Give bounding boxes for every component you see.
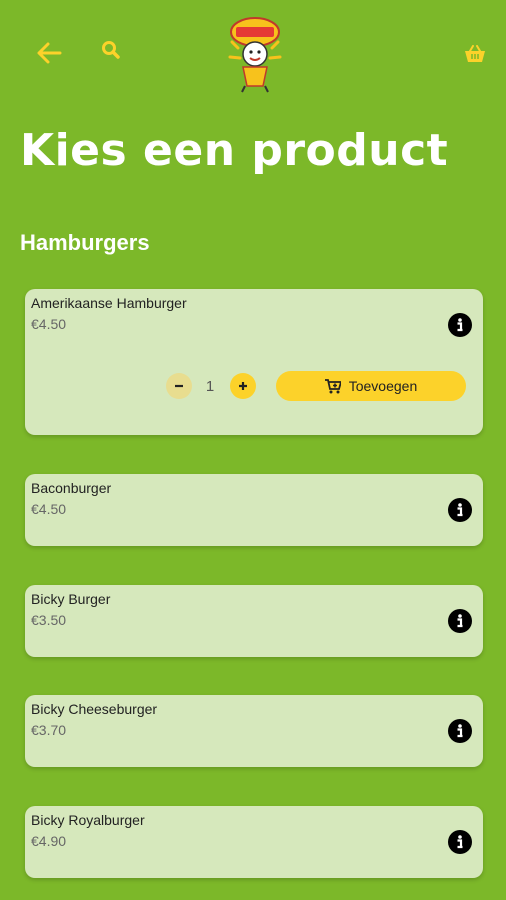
page-title: Kies een product: [20, 125, 449, 176]
product-price: €3.50: [31, 612, 67, 628]
product-card[interactable]: Bicky Royalburger €4.90: [25, 806, 483, 878]
info-button[interactable]: [448, 609, 472, 633]
section-title: Hamburgers: [20, 230, 150, 255]
cart-add-icon: [324, 378, 341, 393]
plus-icon: [239, 382, 247, 390]
info-icon: [457, 835, 463, 849]
cart-button[interactable]: [458, 38, 492, 70]
add-to-cart-label: Toevoegen: [348, 378, 418, 394]
arrow-left-icon: [37, 42, 62, 64]
quantity-value: 1: [205, 378, 215, 395]
info-icon: [457, 724, 463, 738]
decrease-button[interactable]: [166, 373, 192, 399]
product-price: €4.90: [31, 833, 67, 849]
product-name: Amerikaanse Hamburger: [31, 295, 187, 311]
info-button[interactable]: [448, 719, 472, 743]
quantity-row: 1 Toevoegen: [25, 371, 483, 401]
search-button[interactable]: [95, 34, 127, 66]
product-card[interactable]: Bicky Cheeseburger €3.70: [25, 695, 483, 767]
product-card[interactable]: Baconburger €4.50: [25, 474, 483, 546]
info-icon: [457, 503, 463, 517]
search-icon: [102, 41, 120, 59]
product-name: Bicky Cheeseburger: [31, 701, 158, 717]
info-button[interactable]: [448, 498, 472, 522]
info-button[interactable]: [448, 830, 472, 854]
minus-icon: [175, 384, 183, 388]
info-icon: [457, 318, 463, 332]
info-icon: [457, 614, 463, 628]
product-name: Bicky Royalburger: [31, 812, 145, 828]
product-name: Bicky Burger: [31, 591, 111, 607]
back-button[interactable]: [30, 36, 68, 70]
info-button[interactable]: [448, 313, 472, 337]
restaurant-logo[interactable]: [222, 12, 288, 94]
product-price: €4.50: [31, 316, 67, 332]
top-bar: [0, 0, 506, 110]
product-card[interactable]: Bicky Burger €3.50: [25, 585, 483, 657]
product-card[interactable]: Amerikaanse Hamburger €4.50 1 Toevoegen: [25, 289, 483, 435]
increase-button[interactable]: [230, 373, 256, 399]
add-to-cart-button[interactable]: Toevoegen: [276, 371, 466, 401]
basket-icon: [465, 45, 485, 62]
product-name: Baconburger: [31, 480, 112, 496]
product-price: €3.70: [31, 722, 67, 738]
product-price: €4.50: [31, 501, 67, 517]
